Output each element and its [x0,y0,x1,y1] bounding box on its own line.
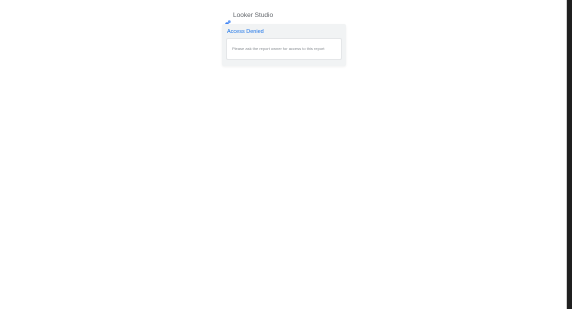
card-message-box: Please ask the report owner for access t… [226,38,342,60]
access-card: Access Denied Please ask the report owne… [222,24,346,66]
window-scrollbar[interactable] [566,0,572,309]
looker-studio-logo-icon [225,13,231,26]
brand-header[interactable]: Looker Studio [225,11,274,26]
card-message: Please ask the report owner for access t… [232,46,325,51]
scrollbar-border [566,0,567,309]
page-viewport: Looker Studio Access Denied Please ask t… [0,0,566,309]
brand-name: Looker Studio [233,12,274,19]
card-title: Access Denied [227,29,264,35]
